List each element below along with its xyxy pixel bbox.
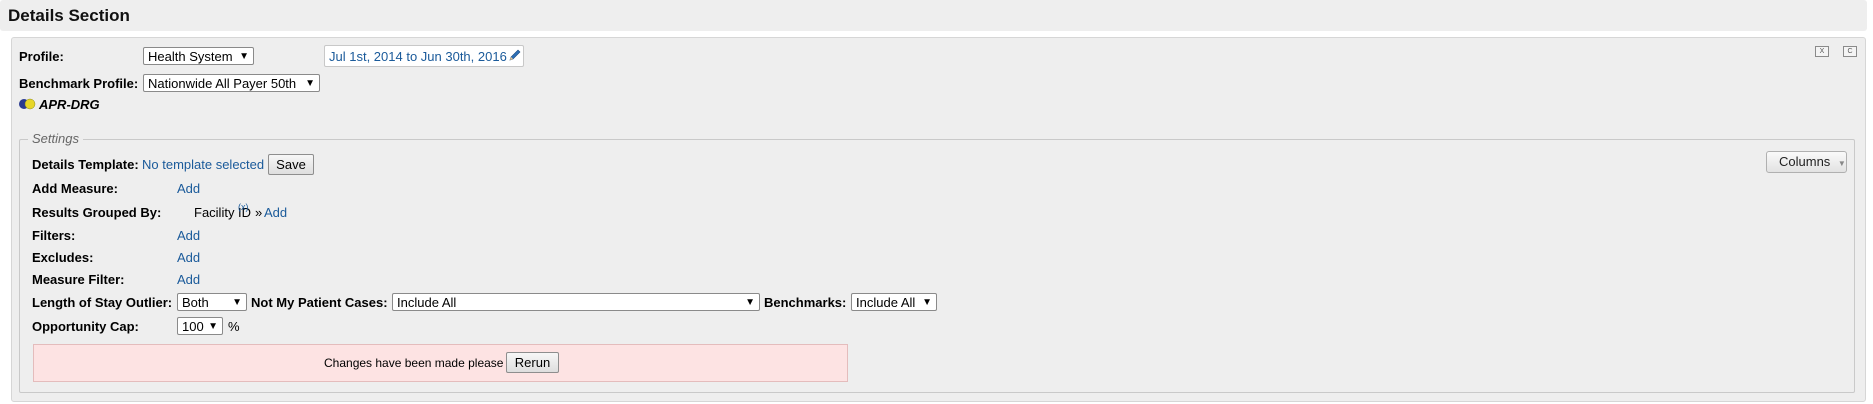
los-outlier-select[interactable]: Both ▼: [177, 293, 247, 311]
not-my-patient-value: Include All: [397, 295, 457, 310]
chevron-down-icon: ▼: [239, 51, 249, 62]
benchmarks-select[interactable]: Include All ▼: [851, 293, 937, 311]
chevron-down-icon: ▼: [208, 321, 218, 332]
export-csv-icon[interactable]: C: [1843, 46, 1857, 57]
excludes-label: Excludes:: [32, 250, 94, 265]
save-button[interactable]: Save: [268, 154, 314, 175]
grouped-separator: »: [255, 205, 263, 220]
add-measure-filter-link[interactable]: Add: [177, 272, 200, 287]
pencil-icon[interactable]: [508, 48, 522, 65]
columns-button-label: Columns: [1779, 154, 1831, 169]
details-template-link[interactable]: No template selected: [142, 157, 264, 172]
chevron-down-icon: ▼: [745, 297, 755, 308]
los-outlier-label: Length of Stay Outlier:: [32, 295, 173, 310]
benchmark-profile-label: Benchmark Profile:: [19, 76, 139, 91]
chevron-down-icon: ▼: [1837, 159, 1846, 168]
columns-button[interactable]: Columns ▼: [1766, 151, 1847, 173]
profile-label: Profile:: [19, 49, 64, 64]
benchmark-profile-value: Nationwide All Payer 50th: [148, 76, 297, 91]
benchmarks-label: Benchmarks:: [764, 295, 847, 310]
grouper-label: APR-DRG: [39, 97, 100, 112]
add-filter-link[interactable]: Add: [177, 228, 200, 243]
profile-select[interactable]: Health System ▼: [143, 47, 254, 65]
add-exclude-link[interactable]: Add: [177, 250, 200, 265]
results-grouped-label: Results Grouped By:: [32, 205, 162, 220]
date-range-text: Jul 1st, 2014 to Jun 30th, 2016: [329, 49, 507, 64]
opportunity-cap-label: Opportunity Cap:: [32, 319, 139, 334]
date-range-field[interactable]: Jul 1st, 2014 to Jun 30th, 2016: [324, 45, 524, 67]
add-measure-label: Add Measure:: [32, 181, 118, 196]
not-my-patient-select[interactable]: Include All ▼: [392, 293, 760, 311]
add-grouping-link[interactable]: Add: [264, 205, 287, 220]
benchmarks-value: Include All: [856, 295, 916, 310]
los-outlier-value: Both: [182, 295, 209, 310]
opportunity-cap-unit: %: [228, 319, 240, 334]
chevron-down-icon: ▼: [305, 78, 315, 89]
opportunity-cap-select[interactable]: 100 ▼: [177, 317, 223, 335]
chevron-down-icon: ▼: [232, 297, 242, 308]
measure-filter-label: Measure Filter:: [32, 272, 125, 287]
chevron-down-icon: ▼: [922, 297, 932, 308]
alert-text: Changes have been made please: [324, 356, 504, 370]
details-template-label: Details Template:: [32, 157, 139, 172]
header-bar: [0, 0, 1867, 31]
add-measure-link[interactable]: Add: [177, 181, 200, 196]
settings-legend: Settings: [28, 131, 83, 146]
export-excel-icon[interactable]: X: [1815, 46, 1829, 57]
benchmark-profile-select[interactable]: Nationwide All Payer 50th ▼: [143, 74, 320, 92]
not-my-patient-label: Not My Patient Cases:: [251, 295, 388, 310]
rerun-button[interactable]: Rerun: [506, 352, 559, 373]
toggle-icon[interactable]: [18, 98, 36, 113]
changes-alert: Changes have been made please Rerun: [33, 344, 848, 382]
remove-grouping-link[interactable]: (x): [238, 202, 249, 212]
filters-label: Filters:: [32, 228, 76, 243]
opportunity-cap-value: 100: [182, 319, 204, 334]
page-title: Details Section: [8, 6, 130, 25]
profile-select-value: Health System: [148, 49, 233, 64]
